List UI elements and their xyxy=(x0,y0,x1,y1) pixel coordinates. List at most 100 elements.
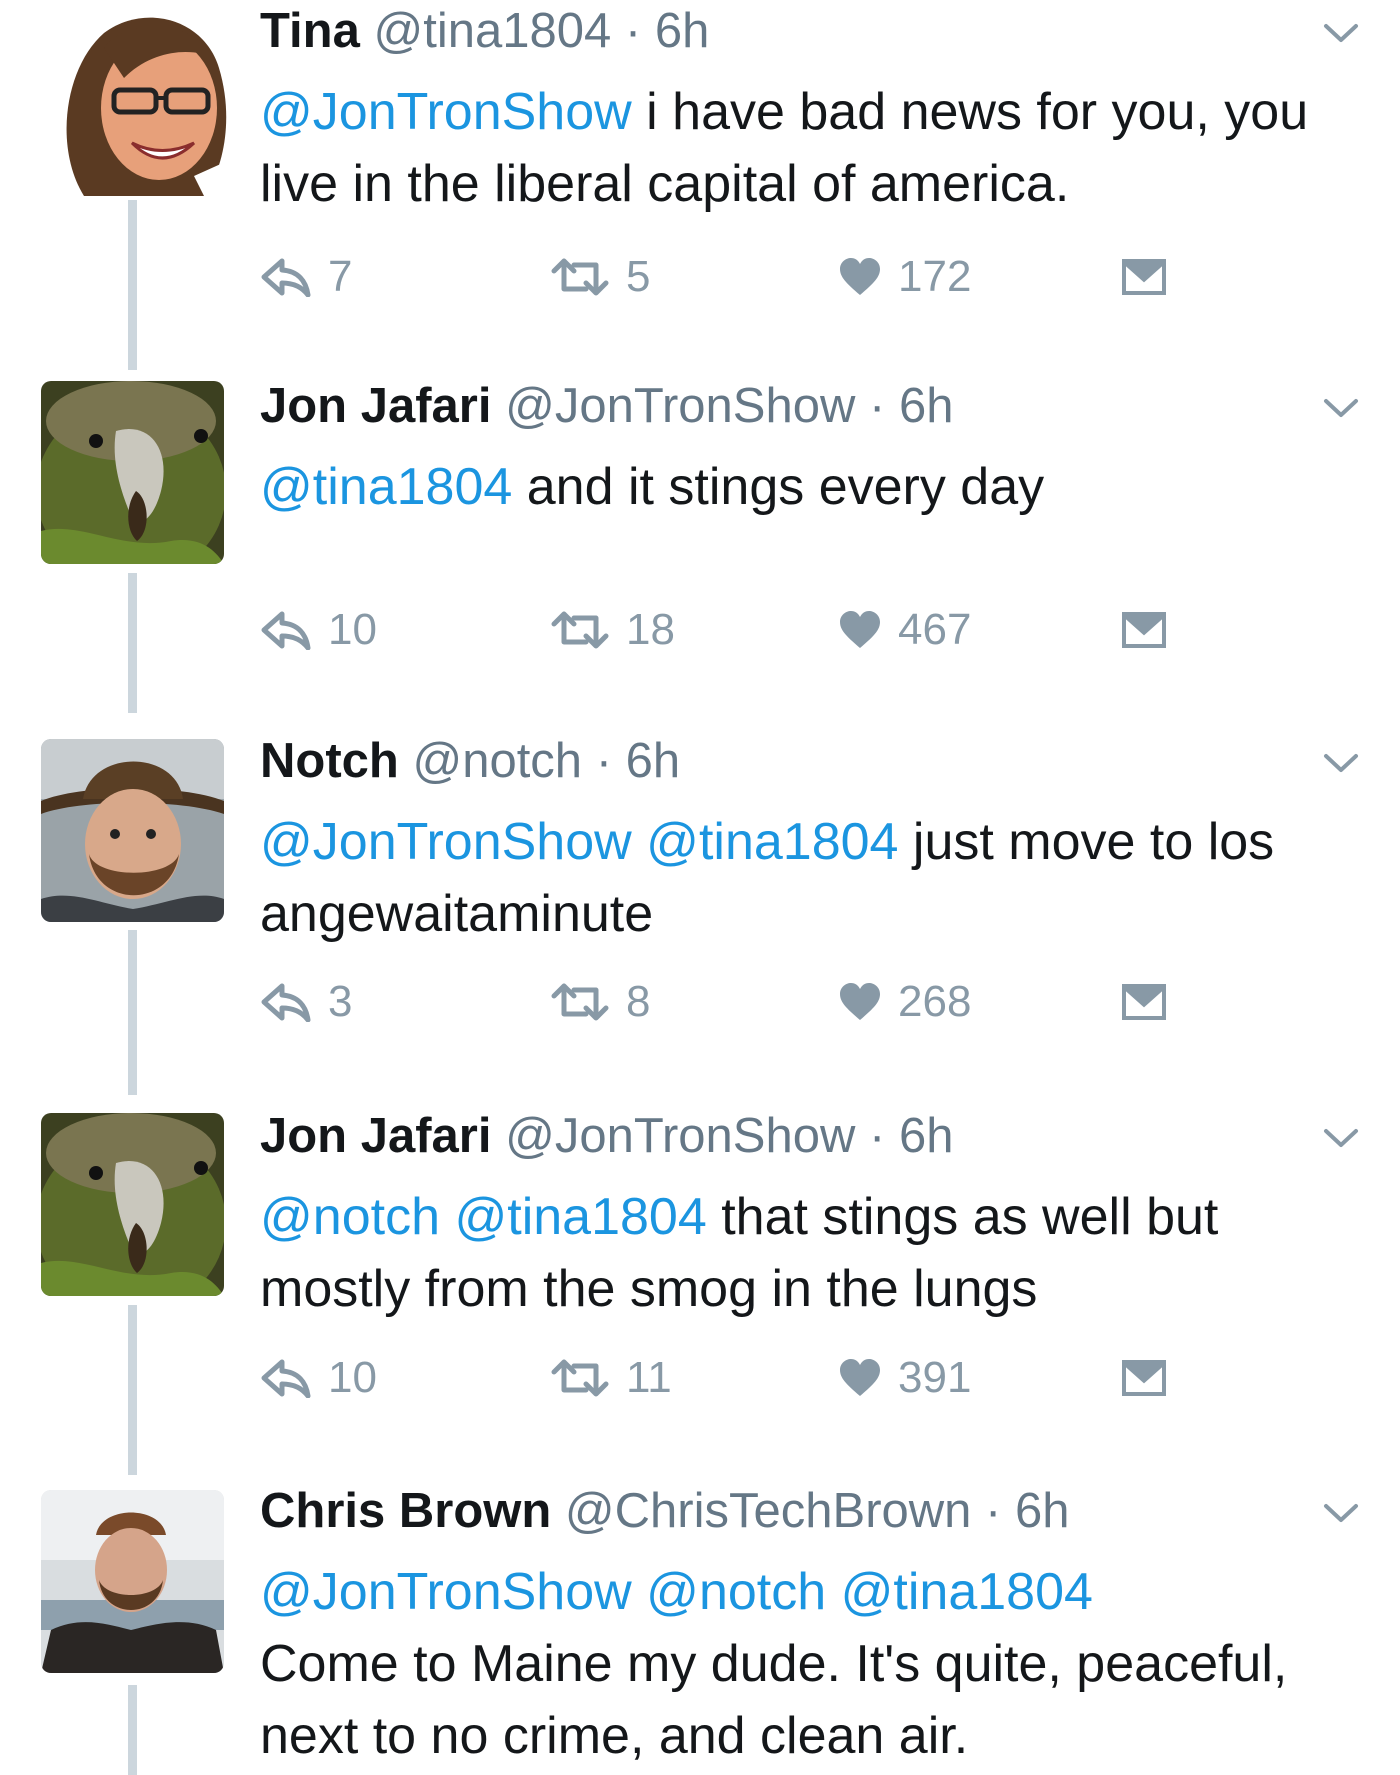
reply-icon xyxy=(261,611,311,650)
tweet-body: Come to Maine my dude. It's quite, peace… xyxy=(260,1635,1288,1765)
mention-link[interactable]: @notch xyxy=(260,1188,440,1246)
tweet-text: @JonTronShow @tina1804 just move to los … xyxy=(260,806,1370,950)
retweet-button[interactable]: 8 xyxy=(550,972,650,1032)
heart-icon xyxy=(840,983,880,1020)
avatar-parrot-image xyxy=(41,1113,224,1296)
tweet-actions: 7 5 172 xyxy=(260,247,1260,307)
user-handle[interactable]: @JonTronShow xyxy=(505,1109,855,1163)
timestamp[interactable]: 6h xyxy=(655,4,710,58)
chevron-down-icon[interactable] xyxy=(1322,748,1360,778)
mention-link[interactable]: @JonTronShow xyxy=(260,83,632,141)
thread-line xyxy=(128,1685,137,1775)
user-handle[interactable]: @JonTronShow xyxy=(505,379,855,433)
mention-link[interactable]: @tina1804 xyxy=(454,1188,706,1246)
avatar-tina-image xyxy=(44,8,234,196)
dm-button[interactable] xyxy=(1120,972,1168,1032)
retweet-count: 5 xyxy=(626,252,651,301)
tweet-body: and it stings every day xyxy=(526,458,1045,516)
avatar-chris-brown[interactable] xyxy=(41,1490,224,1673)
display-name[interactable]: Jon Jafari xyxy=(260,1109,491,1163)
timestamp[interactable]: 6h xyxy=(626,734,681,788)
display-name[interactable]: Chris Brown xyxy=(260,1484,551,1538)
reply-icon xyxy=(261,1359,311,1398)
dm-button[interactable] xyxy=(1120,600,1168,660)
reply-button[interactable]: 10 xyxy=(260,600,377,660)
timestamp[interactable]: 6h xyxy=(1015,1484,1070,1538)
tweet-actions: 10 18 467 xyxy=(260,600,1260,660)
timestamp[interactable]: 6h xyxy=(899,379,954,433)
like-count: 391 xyxy=(898,1353,972,1402)
display-name[interactable]: Jon Jafari xyxy=(260,379,491,433)
mention-link[interactable]: @tina1804 xyxy=(260,458,512,516)
like-button[interactable]: 391 xyxy=(838,1348,971,1408)
chevron-down-icon[interactable] xyxy=(1322,18,1360,48)
reply-button[interactable]: 7 xyxy=(260,247,352,307)
chevron-down-icon[interactable] xyxy=(1322,1123,1360,1153)
tweet-text: @tina1804 and it stings every day xyxy=(260,451,1370,523)
user-handle[interactable]: @notch xyxy=(412,734,582,788)
chevron-down-icon[interactable] xyxy=(1322,1498,1360,1528)
tweet-actions: 10 11 391 xyxy=(260,1348,1260,1408)
separator: · xyxy=(985,1484,1002,1538)
heart-icon xyxy=(840,611,880,648)
thread-line xyxy=(128,930,137,1095)
like-button[interactable]: 268 xyxy=(838,972,971,1032)
tweet-text: @notch @tina1804 that stings as well but… xyxy=(260,1181,1370,1325)
like-count: 172 xyxy=(898,252,972,301)
tweet-text: @JonTronShow @notch @tina1804 Come to Ma… xyxy=(260,1556,1370,1772)
display-name[interactable]: Tina xyxy=(260,4,360,58)
user-handle[interactable]: @ChrisTechBrown xyxy=(565,1484,971,1538)
heart-icon xyxy=(840,1359,880,1396)
reply-icon xyxy=(261,983,311,1022)
mention-link[interactable]: @tina1804 xyxy=(841,1563,1093,1621)
separator: · xyxy=(624,4,642,58)
envelope-icon xyxy=(1122,1360,1166,1396)
mention-link[interactable]: @JonTronShow xyxy=(260,1563,632,1621)
avatar-notch-image xyxy=(41,739,224,922)
retweet-icon xyxy=(551,611,609,649)
like-button[interactable]: 172 xyxy=(838,247,971,307)
avatar-chris-image xyxy=(41,1490,224,1673)
tweet-text: @JonTronShow i have bad news for you, yo… xyxy=(260,76,1370,220)
avatar-jon-jafari[interactable] xyxy=(41,1113,224,1296)
separator: · xyxy=(595,734,613,788)
display-name[interactable]: Notch xyxy=(260,734,399,788)
mention-link[interactable]: @notch xyxy=(646,1563,826,1621)
like-count: 467 xyxy=(898,605,972,654)
envelope-icon xyxy=(1122,259,1166,295)
thread-line xyxy=(128,1305,137,1475)
heart-icon xyxy=(840,258,880,295)
avatar-notch[interactable] xyxy=(41,739,224,922)
retweet-button[interactable]: 18 xyxy=(550,600,675,660)
timestamp[interactable]: 6h xyxy=(899,1109,954,1163)
separator: · xyxy=(868,1109,886,1163)
retweet-count: 8 xyxy=(626,977,651,1026)
user-handle[interactable]: @tina1804 xyxy=(373,4,611,58)
avatar-jon-jafari[interactable] xyxy=(41,381,224,564)
retweet-icon xyxy=(551,258,609,296)
like-count: 268 xyxy=(898,977,972,1026)
chevron-down-icon[interactable] xyxy=(1322,393,1360,423)
thread-line xyxy=(128,573,137,713)
tweet-header: Tina @tina1804 · 6h xyxy=(260,0,709,62)
reply-button[interactable]: 3 xyxy=(260,972,352,1032)
mention-link[interactable]: @tina1804 xyxy=(646,813,898,871)
dm-button[interactable] xyxy=(1120,1348,1168,1408)
reply-count: 7 xyxy=(328,252,353,301)
reply-icon xyxy=(261,258,311,297)
retweet-button[interactable]: 11 xyxy=(550,1348,672,1408)
dm-button[interactable] xyxy=(1120,247,1168,307)
tweet-header: Chris Brown @ChrisTechBrown · 6h xyxy=(260,1480,1070,1542)
separator: · xyxy=(868,379,886,433)
avatar-tina[interactable] xyxy=(44,8,234,196)
retweet-count: 11 xyxy=(626,1353,672,1402)
envelope-icon xyxy=(1122,984,1166,1020)
reply-button[interactable]: 10 xyxy=(260,1348,377,1408)
retweet-icon xyxy=(551,983,609,1021)
like-button[interactable]: 467 xyxy=(838,600,971,660)
retweet-button[interactable]: 5 xyxy=(550,247,650,307)
mention-link[interactable]: @JonTronShow xyxy=(260,813,632,871)
tweet-actions: 3 8 268 xyxy=(260,972,1260,1032)
avatar-parrot-image xyxy=(41,381,224,564)
retweet-count: 18 xyxy=(626,605,675,654)
